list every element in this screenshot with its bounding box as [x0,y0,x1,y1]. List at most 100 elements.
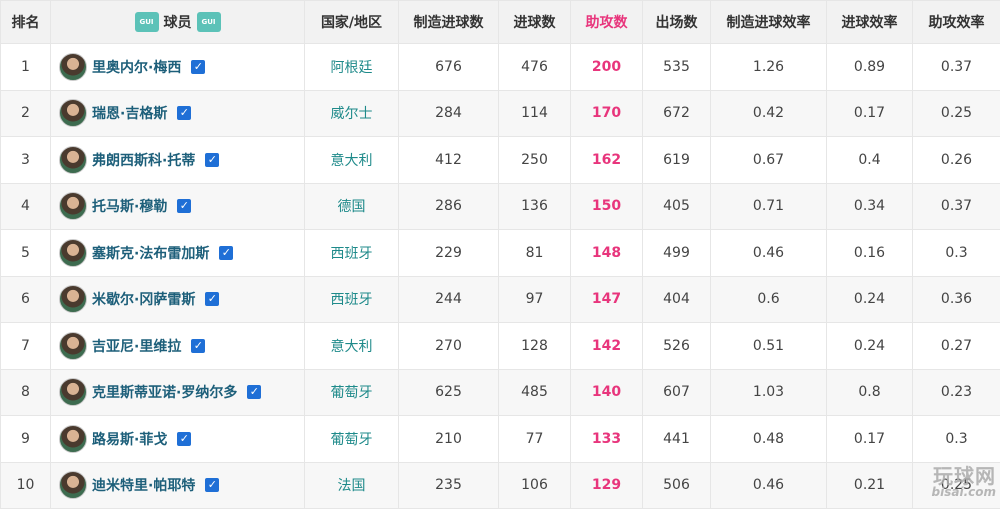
table-row[interactable]: 8克里斯蒂亚诺·罗纳尔多✓葡萄牙6254851406071.030.80.23 [1,369,1000,416]
goals-cell: 106 [499,462,571,509]
created-goals-cell: 244 [399,276,499,323]
rank-cell: 5 [1,230,51,277]
player-cell[interactable]: 米歇尔·冈萨雷斯✓ [51,276,305,323]
table-row[interactable]: 5塞斯克·法布雷加斯✓西班牙229811484990.460.160.3 [1,230,1000,277]
watermark: 玩球网 bisai.com [932,466,996,498]
goal-eff-cell: 0.21 [827,462,913,509]
rank-cell: 7 [1,323,51,370]
player-name-link[interactable]: 塞斯克·法布雷加斯 [92,243,209,263]
verified-check-icon: ✓ [191,339,205,353]
nation-link[interactable]: 意大利 [305,323,399,370]
assists-cell: 147 [571,276,643,323]
table-row[interactable]: 2瑞恩·吉格斯✓威尔士2841141706720.420.170.25 [1,90,1000,137]
player-avatar[interactable] [59,471,87,499]
created-goals-cell: 625 [399,369,499,416]
player-avatar[interactable] [59,285,87,313]
created-goals-cell: 229 [399,230,499,277]
player-name-link[interactable]: 迪米特里·帕耶特 [92,475,195,495]
col-goal-eff[interactable]: 进球效率 [827,1,913,44]
created-eff-cell: 0.6 [711,276,827,323]
nation-link[interactable]: 葡萄牙 [305,369,399,416]
player-avatar[interactable] [59,99,87,127]
col-nation[interactable]: 国家/地区 [305,1,399,44]
player-cell[interactable]: 里奥内尔·梅西✓ [51,44,305,91]
assist-eff-cell: 0.27 [913,323,1000,370]
col-goals[interactable]: 进球数 [499,1,571,44]
col-rank[interactable]: 排名 [1,1,51,44]
table-row[interactable]: 9路易斯·菲戈✓葡萄牙210771334410.480.170.3 [1,416,1000,463]
player-name-link[interactable]: 克里斯蒂亚诺·罗纳尔多 [92,382,237,402]
player-name-link[interactable]: 吉亚尼·里维拉 [92,336,181,356]
assists-cell: 129 [571,462,643,509]
goals-cell: 97 [499,276,571,323]
apps-cell: 535 [643,44,711,91]
apps-cell: 607 [643,369,711,416]
player-cell[interactable]: 托马斯·穆勒 ✓ [51,183,305,230]
player-cell[interactable]: 塞斯克·法布雷加斯 ✓ [51,230,305,277]
assist-eff-cell: 0.36 [913,276,1000,323]
player-name-link[interactable]: 米歇尔·冈萨雷斯 [92,289,195,309]
nation-link[interactable]: 葡萄牙 [305,416,399,463]
col-apps[interactable]: 出场数 [643,1,711,44]
player-avatar[interactable] [59,425,87,453]
assists-cell: 200 [571,44,643,91]
player-name-link[interactable]: 路易斯·菲戈 [92,429,167,449]
nation-link[interactable]: 西班牙 [305,276,399,323]
table-row[interactable]: 1里奥内尔·梅西✓阿根廷6764762005351.260.890.37 [1,44,1000,91]
col-created-goals[interactable]: 制造进球数 [399,1,499,44]
col-player-label: 球员 [164,12,192,32]
player-name-link[interactable]: 弗朗西斯科·托蒂 [92,150,195,170]
player-avatar[interactable] [59,332,87,360]
table-row[interactable]: 3弗朗西斯科·托蒂✓意大利4122501626190.670.40.26 [1,137,1000,184]
player-avatar[interactable] [59,146,87,174]
table-row[interactable]: 10迪米特里·帕耶特✓法国2351061295060.460.210.25 [1,462,1000,509]
col-assists[interactable]: 助攻数 [571,1,643,44]
created-eff-cell: 0.67 [711,137,827,184]
brand-logo-icon: GUI [135,12,159,32]
nation-link[interactable]: 法国 [305,462,399,509]
assists-cell: 142 [571,323,643,370]
player-avatar[interactable] [59,192,87,220]
player-cell[interactable]: 吉亚尼·里维拉 ✓ [51,323,305,370]
nation-link[interactable]: 西班牙 [305,230,399,277]
verified-check-icon: ✓ [177,199,191,213]
created-goals-cell: 210 [399,416,499,463]
player-cell[interactable]: 路易斯·菲戈✓ [51,416,305,463]
goal-eff-cell: 0.24 [827,323,913,370]
player-cell[interactable]: 弗朗西斯科·托蒂✓ [51,137,305,184]
assist-eff-cell: 0.37 [913,44,1000,91]
created-goals-cell: 284 [399,90,499,137]
player-name-link[interactable]: 里奥内尔·梅西 [92,57,181,77]
player-name-link[interactable]: 瑞恩·吉格斯 [92,103,167,123]
nation-link[interactable]: 德国 [305,183,399,230]
goal-eff-cell: 0.8 [827,369,913,416]
player-avatar[interactable] [59,378,87,406]
assist-eff-cell: 0.26 [913,137,1000,184]
col-player[interactable]: GUI 球员 GUI [51,1,305,44]
col-assist-eff[interactable]: 助攻效率 [913,1,1000,44]
goals-cell: 485 [499,369,571,416]
assists-cell: 133 [571,416,643,463]
goals-cell: 128 [499,323,571,370]
nation-link[interactable]: 威尔士 [305,90,399,137]
brand-logo-icon: GUI [197,12,221,32]
table-body: 1里奥内尔·梅西✓阿根廷6764762005351.260.890.372瑞恩·… [1,44,1000,509]
created-goals-cell: 235 [399,462,499,509]
player-cell[interactable]: 瑞恩·吉格斯✓ [51,90,305,137]
goal-eff-cell: 0.4 [827,137,913,184]
player-avatar[interactable] [59,53,87,81]
nation-link[interactable]: 阿根廷 [305,44,399,91]
verified-check-icon: ✓ [219,246,233,260]
nation-link[interactable]: 意大利 [305,137,399,184]
table-row[interactable]: 4托马斯·穆勒✓德国2861361504050.710.340.37 [1,183,1000,230]
player-name-link[interactable]: 托马斯·穆勒 [92,196,167,216]
player-avatar[interactable] [59,239,87,267]
goals-cell: 114 [499,90,571,137]
verified-check-icon: ✓ [247,385,261,399]
player-cell[interactable]: 克里斯蒂亚诺·罗纳尔多 ✓ [51,369,305,416]
player-cell[interactable]: 迪米特里·帕耶特✓ [51,462,305,509]
goal-eff-cell: 0.34 [827,183,913,230]
table-row[interactable]: 7吉亚尼·里维拉✓意大利2701281425260.510.240.27 [1,323,1000,370]
col-created-eff[interactable]: 制造进球效率 [711,1,827,44]
table-row[interactable]: 6米歇尔·冈萨雷斯✓西班牙244971474040.60.240.36 [1,276,1000,323]
